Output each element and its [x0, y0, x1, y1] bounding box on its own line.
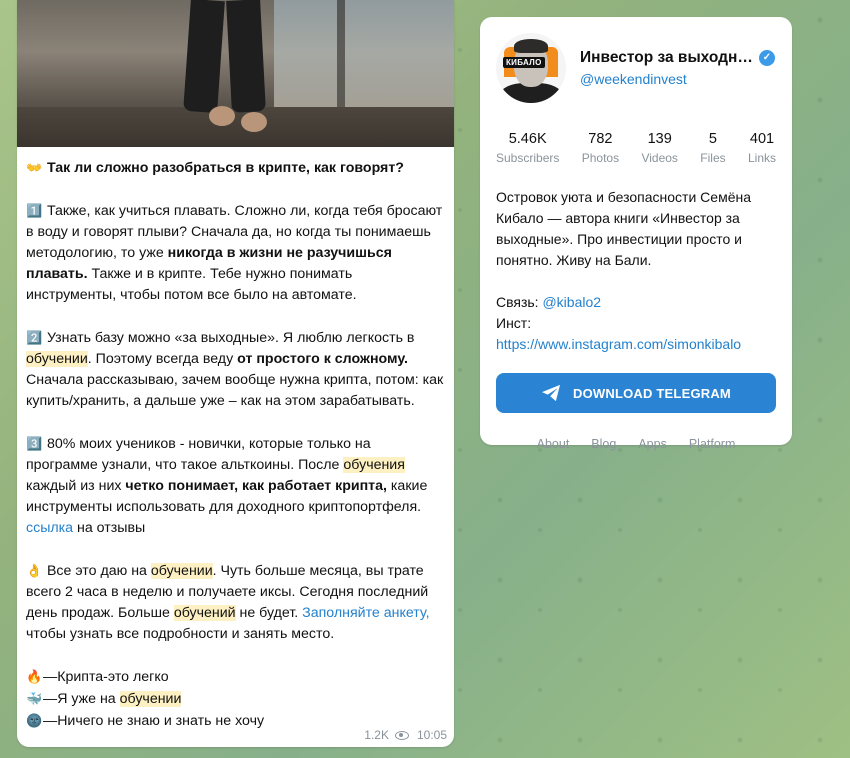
reaction-option-3: —Ничего не знаю и знать не хочу [43, 713, 265, 729]
p3-bold: четко понимает, как работает крипта, [125, 478, 387, 494]
channel-contacts: Связь: @kibalo2 Инст: https://www.instag… [496, 292, 776, 355]
eye-icon [394, 730, 409, 740]
instagram-label: Инст: [496, 315, 532, 331]
p2-bold: от простого к сложному. [237, 351, 408, 367]
ok-hand-emoji: 👌 [26, 563, 43, 578]
moon-face-emoji: 🌚 [26, 713, 43, 728]
counter-subscribers: 5.46K Subscribers [496, 131, 560, 165]
post-headline: Так ли сложно разобраться в крипте, как … [46, 160, 404, 176]
reaction-option-1: —Крипта-это легко [43, 669, 169, 685]
footer-links: About Blog Apps Platform [496, 437, 776, 451]
post-time: 10:05 [416, 728, 447, 742]
verified-badge-icon: ✓ [758, 50, 775, 66]
highlight-word: обучении [150, 563, 213, 579]
highlight-word: обучении [26, 351, 88, 367]
whale-emoji: 🐳 [26, 691, 43, 706]
channel-title: Инвестор за выходн… [580, 49, 753, 66]
contact-label: Связь: [496, 294, 543, 310]
counter-links[interactable]: 401 Links [748, 131, 776, 165]
channel-counters: 5.46K Subscribers 782 Photos 139 Videos 5 Fi… [496, 131, 776, 165]
p2-text-end: Сначала рассказываю, зачем вообще нужна … [26, 372, 444, 409]
form-link[interactable]: Заполняйте анкету, [302, 605, 429, 621]
channel-info-card: КИБАЛО Инвестор за выходн… ✓ @weekendinv… [480, 17, 792, 451]
highlight-word: обучений [173, 605, 236, 621]
number-three-emoji: 3️⃣ [26, 436, 43, 451]
counter-videos[interactable]: 139 Videos [641, 131, 677, 165]
avatar-brand-text: КИБАЛО [503, 57, 545, 68]
footer-link-platform[interactable]: Platform [689, 437, 736, 451]
post-text: 👐 Так ли сложно разобраться в крипте, ка… [17, 147, 454, 732]
p4-text-end: чтобы узнать все подробности и занять ме… [26, 626, 335, 642]
p4-text-mid2: не будет. [235, 605, 303, 621]
highlight-word: обучения [343, 457, 405, 473]
download-telegram-label: DOWNLOAD TELEGRAM [573, 385, 731, 401]
contact-link[interactable]: @kibalo2 [542, 294, 601, 310]
p2-text-mid: . Поэтому всегда веду [87, 351, 238, 367]
p3-text-tail: на отзывы [73, 520, 146, 536]
channel-description: Островок уюта и безопасности Семёна Киба… [496, 189, 752, 268]
post-meta: 1.2K 10:05 [364, 728, 447, 742]
footer-link-apps[interactable]: Apps [638, 437, 667, 451]
instagram-link[interactable]: https://www.instagram.com/simonkibalo [496, 334, 776, 355]
number-two-emoji: 2️⃣ [26, 330, 43, 345]
number-one-emoji: 1️⃣ [26, 203, 43, 218]
reviews-link[interactable]: ссылка [26, 520, 73, 536]
counter-files[interactable]: 5 Files [700, 131, 725, 165]
view-count: 1.2K [364, 728, 389, 742]
p4-text: Все это даю на [46, 563, 151, 579]
fire-emoji: 🔥 [26, 669, 43, 684]
p3-text: 80% моих учеников - новички, которые тол… [26, 436, 371, 473]
reaction-option-2: —Я уже на [43, 691, 120, 707]
p2-text: Узнать базу можно «за выходные». Я люблю… [46, 330, 415, 346]
channel-username[interactable]: @weekendinvest [580, 71, 775, 87]
p3-text-mid: каждый из них [26, 478, 126, 494]
footer-link-blog[interactable]: Blog [591, 437, 616, 451]
highlight-word: обучении [119, 691, 182, 707]
post-photo[interactable] [17, 0, 454, 147]
download-telegram-button[interactable]: DOWNLOAD TELEGRAM [496, 373, 776, 413]
paper-plane-icon [542, 384, 561, 402]
channel-avatar[interactable]: КИБАЛО [496, 33, 566, 103]
counter-photos[interactable]: 782 Photos [582, 131, 619, 165]
footer-link-about[interactable]: About [537, 437, 570, 451]
channel-post: 👐 Так ли сложно разобраться в крипте, ка… [17, 0, 454, 747]
hands-emoji: 👐 [26, 160, 43, 175]
